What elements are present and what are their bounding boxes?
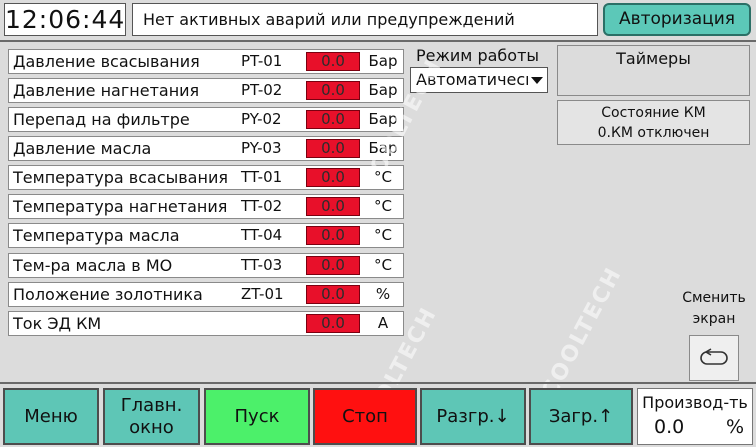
km-state-value: 0.КМ отключен	[597, 125, 710, 141]
param-tag: PT-02	[241, 81, 283, 99]
param-unit: A	[377, 314, 389, 332]
param-tag: TT-03	[241, 256, 283, 274]
param-unit: Бар	[368, 52, 398, 70]
param-unit: °C	[374, 256, 392, 274]
param-tag: TT-02	[241, 197, 283, 215]
main-window-button[interactable]: Главн. окно	[103, 388, 200, 445]
param-tag: PT-01	[241, 52, 283, 70]
mode-value: Автоматический	[416, 70, 528, 89]
param-row-discharge-temp: Температура нагнетания TT-02 0.0 °C	[8, 194, 404, 219]
param-unit: Бар	[368, 81, 398, 99]
divider	[0, 40, 756, 42]
switch-screen-label-line2: экран	[692, 311, 736, 327]
start-button[interactable]: Пуск	[204, 388, 310, 445]
param-value: 0.0	[306, 314, 360, 333]
param-value: 0.0	[306, 110, 360, 129]
alarm-status-field[interactable]: Нет активных аварий или предупреждений	[132, 3, 598, 36]
productivity-unit: %	[726, 416, 745, 438]
productivity-panel: Производ-ть 0.0 %	[637, 388, 753, 445]
load-button[interactable]: Загр.↑	[529, 388, 633, 445]
param-value: 0.0	[306, 52, 360, 71]
param-tag: ZT-01	[241, 285, 284, 303]
switch-screen-label-line1: Сменить	[682, 290, 746, 306]
divider	[0, 382, 756, 384]
unload-button[interactable]: Разгр.↓	[420, 388, 526, 445]
switch-screen-label: Сменить экран	[674, 288, 754, 330]
clock-display: 12:06:44	[4, 3, 126, 36]
param-row-oil-cooler-temp: Тем-ра масла в МО TT-03 0.0 °C	[8, 253, 404, 278]
km-state-panel: Состояние КМ 0.КМ отключен	[557, 100, 750, 145]
productivity-value: 0.0	[654, 416, 685, 438]
param-unit: °C	[374, 197, 392, 215]
stop-button[interactable]: Стоп	[313, 388, 417, 445]
param-unit: Бар	[368, 139, 398, 157]
param-value: 0.0	[306, 285, 360, 304]
param-value: 0.0	[306, 81, 360, 100]
param-value: 0.0	[306, 168, 360, 187]
param-row-discharge-pressure: Давление нагнетания PT-02 0.0 Бар	[8, 78, 404, 103]
param-row-motor-current: Ток ЭД КМ 0.0 A	[8, 311, 404, 336]
param-value: 0.0	[306, 256, 360, 275]
param-row-suction-pressure: Давление всасывания PT-01 0.0 Бар	[8, 49, 404, 74]
param-tag: PY-02	[241, 110, 282, 128]
param-unit: °C	[374, 168, 392, 186]
param-tag: TT-04	[241, 226, 283, 244]
param-row-filter-drop: Перепад на фильтре PY-02 0.0 Бар	[8, 107, 404, 132]
param-tag	[241, 311, 301, 336]
menu-button[interactable]: Меню	[3, 388, 99, 445]
param-row-oil-pressure: Давление масла PY-03 0.0 Бар	[8, 136, 404, 161]
timers-button[interactable]: Таймеры	[557, 45, 750, 96]
param-row-suction-temp: Температура всасывания TT-01 0.0 °C	[8, 165, 404, 190]
dropdown-arrow-icon	[531, 77, 543, 84]
main-window-label-line2: окно	[129, 416, 174, 438]
param-value: 0.0	[306, 226, 360, 245]
km-state-label: Состояние КМ	[601, 105, 706, 121]
cycle-arrow-icon	[700, 348, 728, 365]
param-tag: PY-03	[241, 139, 282, 157]
switch-screen-button[interactable]	[689, 335, 739, 381]
main-window-label-line1: Главн.	[120, 394, 183, 416]
param-tag: TT-01	[241, 168, 283, 186]
param-value: 0.0	[306, 197, 360, 216]
param-unit: °C	[374, 226, 392, 244]
mode-label: Режим работы	[416, 46, 540, 65]
param-unit: Бар	[368, 110, 398, 128]
param-value: 0.0	[306, 139, 360, 158]
mode-select[interactable]: Автоматический	[410, 67, 548, 93]
authorization-button[interactable]: Авторизация	[603, 3, 751, 36]
param-row-slide-valve: Положение золотника ZT-01 0.0 %	[8, 282, 404, 307]
param-unit: %	[375, 285, 391, 303]
productivity-label: Производ-ть	[642, 393, 748, 412]
param-row-oil-temp: Температура масла TT-04 0.0 °C	[8, 223, 404, 248]
top-bar: 12:06:44 Нет активных аварий или предупр…	[0, 0, 756, 40]
